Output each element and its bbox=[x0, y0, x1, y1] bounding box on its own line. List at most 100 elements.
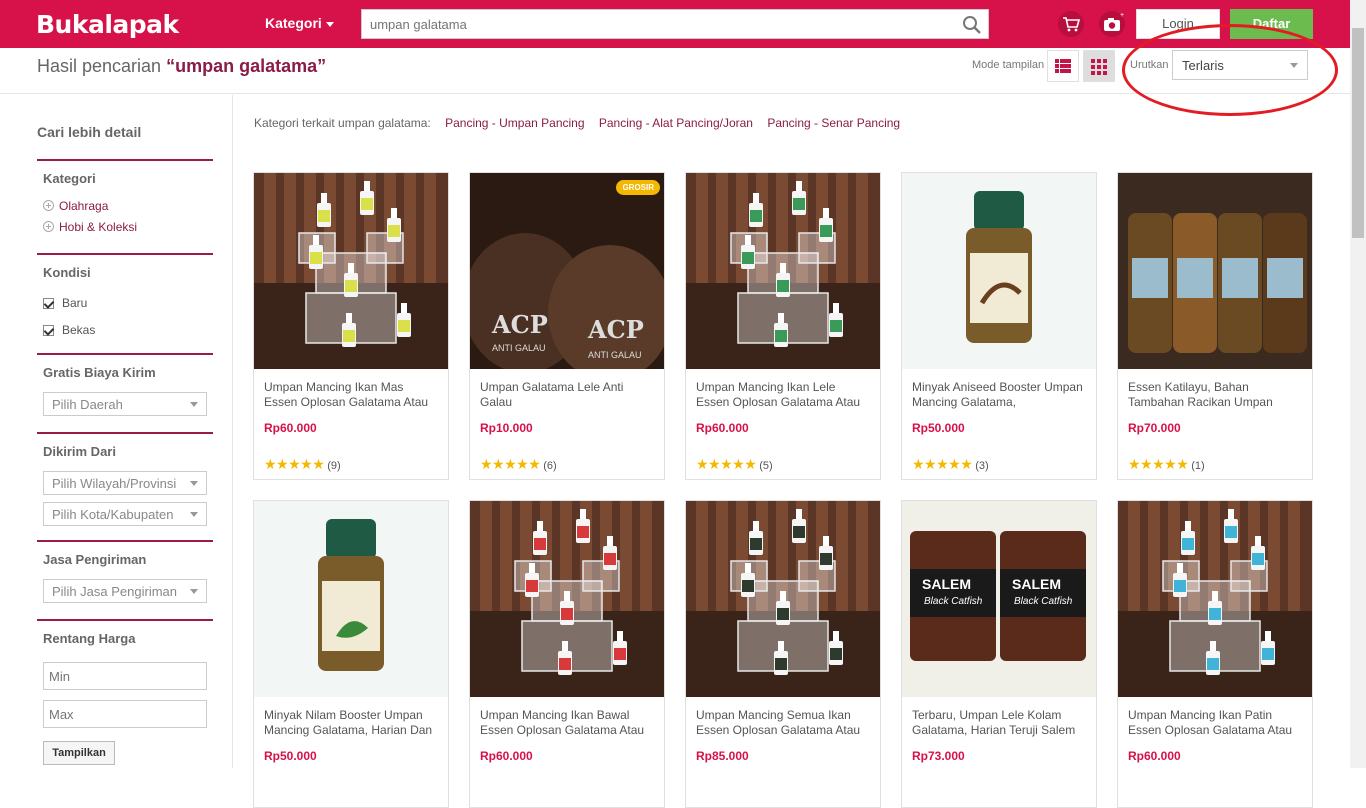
product-image[interactable] bbox=[902, 173, 1096, 369]
related-link-umpan[interactable]: Pancing - Umpan Pancing bbox=[445, 116, 584, 130]
product-image[interactable] bbox=[686, 501, 880, 697]
product-name[interactable]: Minyak Aniseed Booster Umpan Mancing Gal… bbox=[912, 380, 1088, 410]
filter-sidebar: Cari lebih detail Kategori Olahraga Hobi… bbox=[0, 95, 233, 768]
filter-heading: Dikirim Dari bbox=[43, 444, 116, 459]
search-box bbox=[361, 9, 989, 39]
grid-view-button[interactable] bbox=[1083, 50, 1115, 82]
product-image-art: ACP ACP ANTI GALAU ANTI GALAU bbox=[470, 173, 664, 369]
list-view-icon bbox=[1055, 59, 1071, 73]
product-card[interactable]: Umpan Mancing Ikan Lele Essen Oplosan Ga… bbox=[685, 172, 881, 480]
product-image-art bbox=[902, 173, 1096, 369]
cart-icon[interactable] bbox=[1057, 10, 1085, 38]
product-name[interactable]: Umpan Galatama Lele Anti Galau bbox=[480, 380, 656, 410]
category-olahraga-link[interactable]: Olahraga bbox=[43, 199, 213, 213]
review-count: (5) bbox=[759, 460, 773, 472]
product-card[interactable]: SALEM Black Catfish SALEM Black Catfish Terb… bbox=[901, 500, 1097, 808]
product-image-art: SALEM Black Catfish SALEM Black Catfish bbox=[902, 501, 1096, 697]
product-image[interactable] bbox=[254, 501, 448, 697]
scrollbar-thumb[interactable] bbox=[1352, 28, 1364, 238]
plus-circle-icon bbox=[43, 221, 54, 232]
filter-heading: Jasa Pengiriman bbox=[43, 552, 147, 567]
related-link-alat[interactable]: Pancing - Alat Pancing/Joran bbox=[599, 116, 753, 130]
product-image[interactable] bbox=[254, 173, 448, 369]
product-card[interactable]: Umpan Mancing Ikan Mas Essen Oplosan Gal… bbox=[253, 172, 449, 480]
bukalapak-logo[interactable]: Bukalapak bbox=[36, 10, 179, 39]
product-card[interactable]: Minyak Nilam Booster Umpan Mancing Galat… bbox=[253, 500, 449, 808]
list-view-button[interactable] bbox=[1047, 50, 1079, 82]
chevron-down-icon bbox=[190, 589, 198, 594]
checkbox-label: Baru bbox=[62, 296, 88, 310]
sort-value: Terlaris bbox=[1182, 58, 1224, 73]
category-hobi-link[interactable]: Hobi & Koleksi bbox=[43, 220, 213, 234]
max-price-input[interactable] bbox=[43, 700, 207, 728]
kategori-dropdown-button[interactable]: Kategori bbox=[265, 15, 334, 31]
product-price: Rp60.000 bbox=[264, 421, 317, 435]
product-price: Rp73.000 bbox=[912, 749, 965, 763]
login-button[interactable]: Login bbox=[1136, 9, 1220, 39]
product-card[interactable]: Umpan Mancing Semua Ikan Essen Oplosan G… bbox=[685, 500, 881, 808]
search-input[interactable] bbox=[362, 10, 952, 38]
product-name[interactable]: Umpan Mancing Ikan Patin Essen Oplosan G… bbox=[1128, 708, 1304, 738]
sidebar-title: Cari lebih detail bbox=[37, 124, 142, 140]
filter-heading: Rentang Harga bbox=[43, 631, 136, 646]
product-name[interactable]: Essen Katilayu, Bahan Tambahan Racikan U… bbox=[1128, 380, 1304, 410]
kondisi-bekas-checkbox[interactable]: Bekas bbox=[43, 322, 213, 338]
min-price-input[interactable] bbox=[43, 662, 207, 690]
product-image[interactable] bbox=[470, 501, 664, 697]
kota-select[interactable]: Pilih Kota/Kabupaten bbox=[43, 502, 207, 526]
product-image[interactable]: ACP ACP ANTI GALAU ANTI GALAU GROSIR bbox=[470, 173, 664, 369]
product-name[interactable]: Minyak Nilam Booster Umpan Mancing Galat… bbox=[264, 708, 440, 738]
product-image[interactable] bbox=[1118, 501, 1312, 697]
svg-text:ACP: ACP bbox=[491, 310, 548, 339]
jasa-select[interactable]: Pilih Jasa Pengiriman bbox=[43, 579, 207, 603]
checkbox-checked-icon bbox=[43, 324, 54, 336]
star-icons: ★★★★★ bbox=[480, 456, 541, 472]
sort-label: Urutkan bbox=[1130, 59, 1169, 71]
rating-stars: ★★★★★ (5) bbox=[696, 456, 773, 473]
svg-text:Black Catfish: Black Catfish bbox=[924, 596, 983, 607]
select-value: Pilih Kota/Kabupaten bbox=[52, 507, 174, 522]
product-price: Rp50.000 bbox=[912, 421, 965, 435]
product-name[interactable]: Umpan Mancing Ikan Lele Essen Oplosan Ga… bbox=[696, 380, 872, 410]
related-label: Kategori terkait umpan galatama: bbox=[254, 116, 431, 130]
chevron-down-icon bbox=[190, 512, 198, 517]
product-image[interactable] bbox=[686, 173, 880, 369]
svg-text:+: + bbox=[1120, 12, 1124, 19]
filter-rentang-harga: Rentang Harga bbox=[37, 619, 213, 739]
provinsi-select[interactable]: Pilih Wilayah/Provinsi bbox=[43, 471, 207, 495]
related-link-senar[interactable]: Pancing - Senar Pancing bbox=[767, 116, 900, 130]
daerah-select[interactable]: Pilih Daerah bbox=[43, 392, 207, 416]
camera-icon[interactable]: + bbox=[1098, 10, 1126, 38]
filter-dikirim-dari: Dikirim Dari Pilih Wilayah/Provinsi Pili… bbox=[37, 432, 213, 540]
product-name[interactable]: Umpan Mancing Ikan Bawal Essen Oplosan G… bbox=[480, 708, 656, 738]
product-image-art bbox=[1118, 501, 1312, 697]
product-image[interactable] bbox=[1118, 173, 1312, 369]
product-price: Rp60.000 bbox=[480, 749, 533, 763]
product-image[interactable]: SALEM Black Catfish SALEM Black Catfish bbox=[902, 501, 1096, 697]
star-icons: ★★★★★ bbox=[264, 456, 325, 472]
apply-filter-button[interactable]: Tampilkan bbox=[43, 741, 115, 765]
grosir-badge: GROSIR bbox=[616, 180, 660, 195]
filter-kondisi: Kondisi Baru Bekas bbox=[37, 253, 213, 353]
product-card[interactable]: Minyak Aniseed Booster Umpan Mancing Gal… bbox=[901, 172, 1097, 480]
review-count: (3) bbox=[975, 460, 989, 472]
sort-select[interactable]: Terlaris bbox=[1172, 50, 1308, 80]
product-image-art bbox=[686, 501, 880, 697]
search-icon[interactable] bbox=[962, 15, 982, 35]
product-name[interactable]: Umpan Mancing Ikan Mas Essen Oplosan Gal… bbox=[264, 380, 440, 410]
plus-circle-icon bbox=[43, 200, 54, 211]
kondisi-baru-checkbox[interactable]: Baru bbox=[43, 295, 213, 311]
product-image-art bbox=[1118, 173, 1312, 369]
product-name[interactable]: Terbaru, Umpan Lele Kolam Galatama, Hari… bbox=[912, 708, 1088, 738]
product-price: Rp85.000 bbox=[696, 749, 749, 763]
product-card[interactable]: Umpan Mancing Ikan Bawal Essen Oplosan G… bbox=[469, 500, 665, 808]
product-card[interactable]: Essen Katilayu, Bahan Tambahan Racikan U… bbox=[1117, 172, 1313, 480]
chevron-down-icon bbox=[325, 21, 334, 27]
product-image-art bbox=[254, 173, 448, 369]
review-count: (6) bbox=[543, 460, 557, 472]
rating-stars: ★★★★★ (6) bbox=[480, 456, 557, 473]
register-button[interactable]: Daftar bbox=[1230, 9, 1313, 39]
product-card[interactable]: Umpan Mancing Ikan Patin Essen Oplosan G… bbox=[1117, 500, 1313, 808]
product-card[interactable]: ACP ACP ANTI GALAU ANTI GALAU GROSIR Umpan Ga… bbox=[469, 172, 665, 480]
product-name[interactable]: Umpan Mancing Semua Ikan Essen Oplosan G… bbox=[696, 708, 872, 738]
